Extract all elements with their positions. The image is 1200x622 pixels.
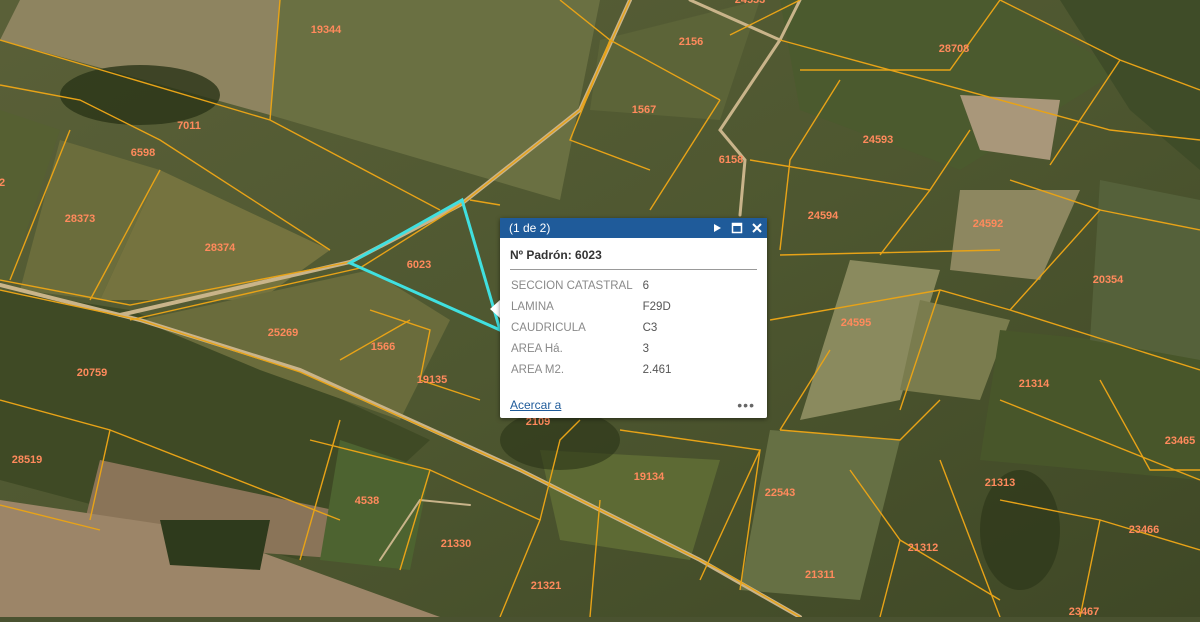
parcel-label-19134: 19134 xyxy=(634,471,665,483)
maximize-icon[interactable] xyxy=(727,218,747,238)
parcel-label-21311: 21311 xyxy=(805,569,835,581)
parcel-label-25269: 25269 xyxy=(268,327,299,339)
parcel-label-2156: 2156 xyxy=(679,36,703,48)
parcel-label-20354: 20354 xyxy=(1093,274,1124,286)
attribute-row: AREA Há. 3 xyxy=(506,338,676,359)
more-options-icon[interactable]: ••• xyxy=(737,397,755,413)
parcel-label-21330: 21330 xyxy=(441,538,472,550)
attribute-value: F29D xyxy=(642,300,671,313)
parcel-label-19135: 19135 xyxy=(417,374,448,386)
parcel-label-24592: 24592 xyxy=(973,218,1004,230)
parcel-label-21312: 21312 xyxy=(908,542,939,554)
attribute-key: CAUDRICULA xyxy=(511,321,586,334)
parcel-label-28519: 28519 xyxy=(12,454,43,466)
parcel-label-21314: 21314 xyxy=(1019,378,1050,390)
attribute-key: LAMINA xyxy=(511,300,554,313)
parcel-label-21321: 21321 xyxy=(531,580,562,592)
parcel-label-23466: 23466 xyxy=(1129,524,1160,536)
attribute-row: AREA M2. 2.461 xyxy=(506,359,676,380)
parcel-label-2: 2 xyxy=(0,177,5,189)
attribute-row: SECCION CATASTRAL 6 xyxy=(506,275,676,296)
attribute-value: 6 xyxy=(642,279,650,292)
parcel-label-24594: 24594 xyxy=(808,210,839,222)
zoom-to-link[interactable]: Acercar a xyxy=(510,398,737,412)
popup-title: Nº Padrón: 6023 xyxy=(510,248,757,270)
attribute-row: LAMINA F29D xyxy=(506,296,676,317)
parcel-label-23465: 23465 xyxy=(1165,435,1196,447)
parcel-popup: (1 de 2) Nº Padrón: 6023 SECCION CATASTR… xyxy=(500,218,767,418)
attribute-value: 2.461 xyxy=(642,363,672,376)
parcel-label-28708: 28708 xyxy=(939,43,970,55)
parcel-label-28374: 28374 xyxy=(205,242,236,254)
parcel-label-23467: 23467 xyxy=(1069,606,1100,617)
parcel-label-1566: 1566 xyxy=(371,341,395,353)
parcel-label-1567: 1567 xyxy=(632,104,656,116)
feature-counter: (1 de 2) xyxy=(509,221,551,235)
parcel-label-20759: 20759 xyxy=(77,367,108,379)
attribute-value: C3 xyxy=(642,321,658,334)
parcel-label-28373: 28373 xyxy=(65,213,96,225)
attributes-table: SECCION CATASTRAL 6 LAMINA F29D CAUDRICULA C3… xyxy=(506,275,676,380)
parcel-label-4538: 4538 xyxy=(355,495,379,507)
popup-header: (1 de 2) xyxy=(500,218,767,238)
parcel-label-7011: 7011 xyxy=(177,120,201,132)
parcel-label-24593: 24593 xyxy=(863,134,894,146)
attribute-row: CAUDRICULA C3 xyxy=(506,317,676,338)
popup-pointer xyxy=(490,300,500,318)
parcel-label-24553: 24553 xyxy=(735,0,766,6)
attribute-key: SECCION CATASTRAL xyxy=(511,279,633,292)
parcel-label-24595: 24595 xyxy=(841,317,872,329)
attribute-key: AREA Há. xyxy=(511,342,563,355)
close-icon[interactable] xyxy=(747,218,767,238)
parcel-label-21313: 21313 xyxy=(985,477,1016,489)
parcel-label-6158: 6158 xyxy=(719,154,743,166)
parcel-label-6598: 6598 xyxy=(131,147,155,159)
parcel-label-6023: 6023 xyxy=(407,259,431,271)
parcel-label-19344: 19344 xyxy=(311,24,342,36)
play-icon[interactable] xyxy=(707,218,727,238)
parcel-label-22543: 22543 xyxy=(765,487,796,499)
popup-footer: Acercar a ••• xyxy=(510,397,755,413)
attribute-value: 3 xyxy=(642,342,650,355)
attribute-key: AREA M2. xyxy=(511,363,565,376)
